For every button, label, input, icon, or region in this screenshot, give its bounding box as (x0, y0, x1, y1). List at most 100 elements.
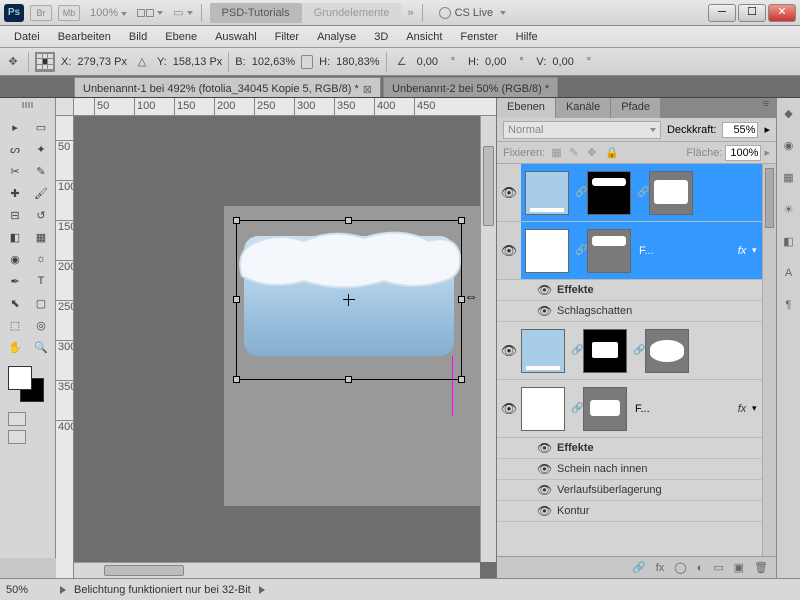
dodge-tool[interactable]: ☼ (28, 248, 54, 270)
path-select-tool[interactable]: ⬉ (2, 292, 28, 314)
cslive-button[interactable]: CS Live (439, 7, 507, 19)
transform-center[interactable] (343, 294, 355, 306)
eraser-tool[interactable]: ◧ (2, 226, 28, 248)
visibility-icon[interactable]: 👁 (537, 441, 551, 455)
delta-icon[interactable]: △ (133, 53, 151, 71)
shape-tool[interactable]: ▢ (28, 292, 54, 314)
layer-row[interactable]: 👁 🔗 F... fx ▾ (497, 222, 776, 280)
link-layers-icon[interactable]: 🔗 (632, 561, 646, 574)
visibility-icon[interactable]: 👁 (497, 343, 521, 359)
skew-v-value[interactable]: 0,00 (552, 56, 573, 68)
screen-mode-icon[interactable]: ▭ (173, 6, 183, 19)
lock-paint-icon[interactable]: ✎ (569, 146, 583, 160)
chevron-right-icon[interactable]: ▸ (764, 123, 770, 136)
mask-dock-icon[interactable]: ◧ (780, 232, 798, 250)
new-layer-icon[interactable]: ▣ (734, 561, 744, 574)
layer-name[interactable]: F... (635, 245, 732, 257)
menu-bild[interactable]: Bild (121, 28, 155, 46)
angle-value[interactable]: 0,00 (417, 56, 438, 68)
h-value[interactable]: 180,83% (336, 56, 379, 68)
blend-mode-select[interactable]: Normal (503, 121, 661, 139)
fg-color[interactable] (8, 366, 32, 390)
fx-item[interactable]: 👁Kontur (497, 501, 776, 522)
chevron-down-icon[interactable]: ▾ (752, 245, 762, 256)
fx-badge[interactable]: fx (732, 245, 752, 257)
ruler-origin[interactable] (56, 98, 74, 116)
3d-camera-tool[interactable]: ◎ (28, 314, 54, 336)
menu-ebene[interactable]: Ebene (157, 28, 205, 46)
scrollbar-horizontal[interactable] (74, 562, 480, 578)
y-value[interactable]: 158,13 Px (173, 56, 223, 68)
pen-tool[interactable]: ✒ (2, 270, 28, 292)
visibility-icon[interactable]: 👁 (497, 401, 521, 417)
chevron-right-icon[interactable]: ▸ (764, 146, 770, 159)
trash-icon[interactable]: 🗑 (754, 561, 768, 574)
layer-thumb[interactable] (521, 329, 565, 373)
ruler-horizontal[interactable]: 50 100 150 200 250 300 350 400 450 (74, 98, 496, 116)
ruler-vertical[interactable]: 50 100 150 200 250 300 350 400 (56, 116, 74, 578)
menu-bearbeiten[interactable]: Bearbeiten (50, 28, 119, 46)
mask-thumb[interactable] (583, 329, 627, 373)
fx-badge[interactable]: fx (732, 403, 752, 415)
crop-tool[interactable]: ✂ (2, 160, 28, 182)
transform-bounding-box[interactable] (236, 220, 462, 380)
screenmode-btn[interactable] (8, 430, 26, 444)
scrollbar-vertical[interactable] (480, 116, 496, 562)
vectormask-thumb[interactable] (649, 171, 693, 215)
transform-handle[interactable] (233, 217, 240, 224)
hand-tool[interactable]: ✋ (2, 336, 28, 358)
char-dock-icon[interactable]: A (780, 264, 798, 282)
visibility-icon[interactable]: 👁 (497, 222, 521, 279)
vectormask-thumb[interactable] (587, 229, 631, 273)
workspace-tab-psd[interactable]: PSD-Tutorials (210, 3, 302, 23)
workspace-tab-grund[interactable]: Grundelemente (302, 3, 402, 23)
color-swatch[interactable] (8, 366, 48, 406)
stamp-tool[interactable]: ⊟ (2, 204, 28, 226)
standard-mode-icon[interactable] (8, 412, 26, 426)
play-icon[interactable] (259, 586, 265, 594)
blur-tool[interactable]: ◉ (2, 248, 28, 270)
visibility-icon[interactable]: 👁 (497, 164, 521, 221)
menu-ansicht[interactable]: Ansicht (398, 28, 450, 46)
visibility-icon[interactable]: 👁 (537, 504, 551, 518)
mask-icon[interactable]: ◯ (674, 561, 686, 574)
fx-item[interactable]: 👁Schein nach innen (497, 459, 776, 480)
tab-kanaele[interactable]: Kanäle (556, 98, 611, 118)
menu-filter[interactable]: Filter (267, 28, 307, 46)
document-tab-2[interactable]: Unbenannt-2 bei 50% (RGB/8) * (383, 77, 558, 97)
menu-hilfe[interactable]: Hilfe (508, 28, 546, 46)
menu-datei[interactable]: Datei (6, 28, 48, 46)
tab-ebenen[interactable]: Ebenen (497, 98, 556, 118)
layer-row[interactable]: 👁 🔗 🔗 (497, 164, 776, 222)
layer-thumb[interactable] (525, 171, 569, 215)
status-zoom[interactable]: 50% (6, 584, 52, 596)
chevron-right-icon[interactable]: » (407, 7, 413, 19)
history-brush-tool[interactable]: ↺ (28, 204, 54, 226)
play-icon[interactable] (60, 586, 66, 594)
lasso-tool[interactable]: ᔕ (2, 138, 28, 160)
close-icon[interactable]: ⊠ (363, 83, 372, 96)
swatches-dock-icon[interactable]: ▦ (780, 168, 798, 186)
minimize-button[interactable]: ─ (708, 4, 736, 22)
x-value[interactable]: 279,73 Px (77, 56, 127, 68)
fx-item[interactable]: 👁Verlaufsüberlagerung (497, 480, 776, 501)
zoom-preset[interactable]: 100% (90, 7, 127, 19)
fill-input[interactable] (725, 145, 761, 161)
fx-item[interactable]: 👁Schlagschatten (497, 301, 776, 322)
group-icon[interactable]: ▭ (713, 561, 723, 574)
opacity-input[interactable] (722, 122, 758, 138)
bridge-button[interactable]: Br (30, 5, 52, 21)
gradient-tool[interactable]: ▦ (28, 226, 54, 248)
skew-h-value[interactable]: 0,00 (485, 56, 506, 68)
move-tool[interactable]: ▸ (2, 116, 28, 138)
visibility-icon[interactable]: 👁 (537, 283, 551, 297)
layer-name[interactable]: F... (631, 403, 732, 415)
close-button[interactable]: ✕ (768, 4, 796, 22)
menu-analyse[interactable]: Analyse (309, 28, 364, 46)
adjustment-icon[interactable]: ◐ (697, 562, 704, 574)
adjust-dock-icon[interactable]: ☀ (780, 200, 798, 218)
3d-tool[interactable]: ⬚ (2, 314, 28, 336)
layer-thumb[interactable] (525, 229, 569, 273)
zoom-tool[interactable]: 🔍 (28, 336, 54, 358)
menu-fenster[interactable]: Fenster (452, 28, 505, 46)
